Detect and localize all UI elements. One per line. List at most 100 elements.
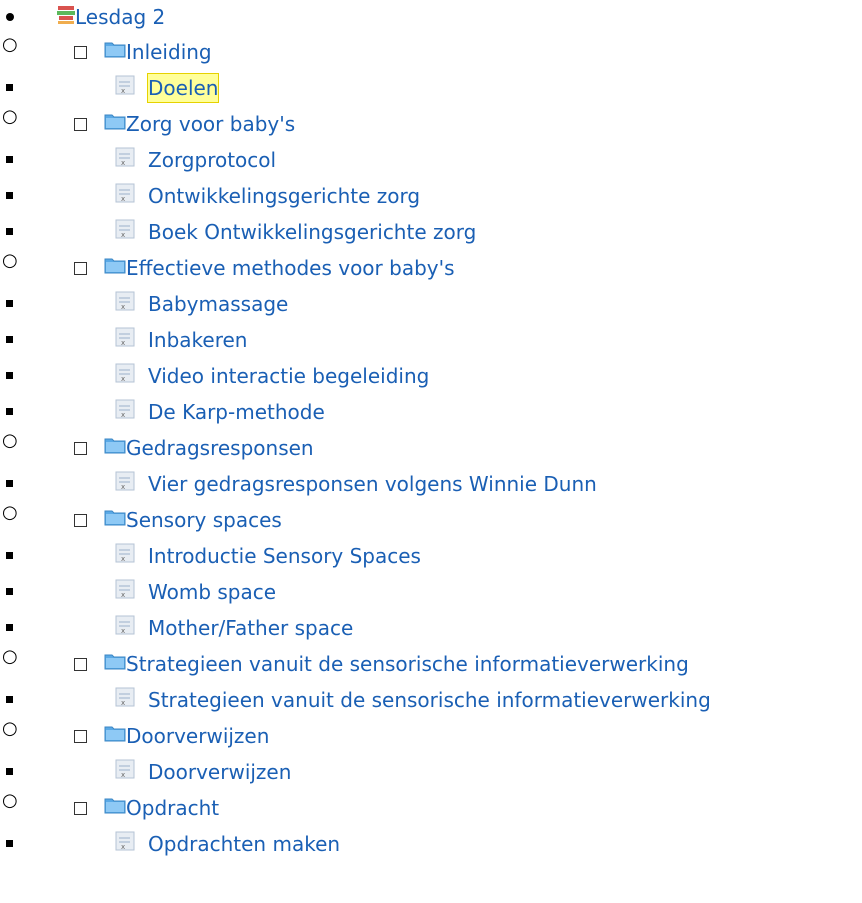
group-label[interactable]: Sensory spaces xyxy=(126,506,282,534)
tree-item[interactable]: x Video interactie begeleiding xyxy=(0,362,862,397)
svg-text:x: x xyxy=(121,591,125,599)
tree-root[interactable]: Lesdag 2 xyxy=(0,3,862,38)
tree-item[interactable]: x Zorgprotocol xyxy=(0,146,862,181)
expand-checkbox[interactable] xyxy=(74,118,87,131)
tree-group[interactable]: ○ Inleiding xyxy=(0,36,862,73)
expand-checkbox[interactable] xyxy=(74,442,87,455)
item-label[interactable]: Video interactie begeleiding xyxy=(148,362,429,390)
root-label[interactable]: Lesdag 2 xyxy=(75,3,165,31)
page-icon: x xyxy=(114,758,136,780)
page-icon: x xyxy=(114,362,136,384)
page-icon: x xyxy=(114,614,136,636)
tree-item[interactable]: x Strategieen vanuit de sensorische infor… xyxy=(0,686,862,721)
group-label[interactable]: Opdracht xyxy=(126,794,219,822)
svg-text:x: x xyxy=(121,483,125,491)
expand-checkbox[interactable] xyxy=(74,730,87,743)
group-label[interactable]: Inleiding xyxy=(126,38,212,66)
item-label[interactable]: Strategieen vanuit de sensorische inform… xyxy=(148,686,711,714)
expand-checkbox[interactable] xyxy=(74,46,87,59)
svg-text:x: x xyxy=(121,375,125,383)
folder-icon xyxy=(104,722,126,742)
svg-text:x: x xyxy=(121,339,125,347)
item-label[interactable]: Introductie Sensory Spaces xyxy=(148,542,421,570)
tree-item[interactable]: x Inbakeren xyxy=(0,326,862,361)
bullet-square xyxy=(6,696,13,703)
folder-icon xyxy=(104,110,126,130)
tree-item[interactable]: x De Karp-methode xyxy=(0,398,862,433)
item-label[interactable]: Opdrachten maken xyxy=(148,830,340,858)
tree-group[interactable]: ○ Opdracht xyxy=(0,790,862,829)
tree-item[interactable]: x Introductie Sensory Spaces xyxy=(0,542,862,577)
tree-item[interactable]: x Doelen xyxy=(0,73,862,109)
expand-checkbox[interactable] xyxy=(74,262,87,275)
page-icon: x xyxy=(114,470,136,492)
bullet-square xyxy=(6,840,13,847)
svg-text:x: x xyxy=(121,231,125,239)
tree-item[interactable]: x Boek Ontwikkelingsgerichte zorg xyxy=(0,218,862,253)
item-label[interactable]: Womb space xyxy=(148,578,276,606)
page-icon: x xyxy=(114,146,136,168)
tree-group[interactable]: ○ Doorverwijzen xyxy=(0,718,862,757)
item-label[interactable]: Babymassage xyxy=(148,290,288,318)
tree-group[interactable]: ○ Zorg voor baby's xyxy=(0,106,862,145)
folder-icon xyxy=(104,506,126,526)
page-icon: x xyxy=(114,74,136,96)
folder-icon xyxy=(104,434,126,454)
page-icon: x xyxy=(114,686,136,708)
bullet-square xyxy=(6,480,13,487)
item-label[interactable]: Boek Ontwikkelingsgerichte zorg xyxy=(148,218,476,246)
svg-text:x: x xyxy=(121,843,125,851)
tree-item[interactable]: x Doorverwijzen xyxy=(0,758,862,793)
tree-item[interactable]: x Babymassage xyxy=(0,290,862,325)
bullet-square xyxy=(6,624,13,631)
bullet-circle: ○ xyxy=(2,106,18,127)
books-icon xyxy=(55,3,77,25)
item-label[interactable]: Zorgprotocol xyxy=(148,146,276,174)
svg-text:x: x xyxy=(121,555,125,563)
item-label[interactable]: Inbakeren xyxy=(148,326,247,354)
page-icon: x xyxy=(114,326,136,348)
bullet-square xyxy=(6,372,13,379)
bullet-square xyxy=(6,192,13,199)
item-label[interactable]: Doelen xyxy=(146,73,220,103)
item-label[interactable]: Ontwikkelingsgerichte zorg xyxy=(148,182,420,210)
group-label[interactable]: Doorverwijzen xyxy=(126,722,269,750)
tree-group[interactable]: ○ Effectieve methodes voor baby's xyxy=(0,250,862,289)
folder-icon xyxy=(104,650,126,670)
group-label[interactable]: Effectieve methodes voor baby's xyxy=(126,254,455,282)
group-label[interactable]: Gedragsresponsen xyxy=(126,434,314,462)
tree-item[interactable]: x Opdrachten maken xyxy=(0,830,862,865)
expand-checkbox[interactable] xyxy=(74,514,87,527)
bullet-square xyxy=(6,300,13,307)
item-label[interactable]: Vier gedragsresponsen volgens Winnie Dun… xyxy=(148,470,597,498)
tree-item[interactable]: x Mother/Father space xyxy=(0,614,862,649)
svg-text:x: x xyxy=(121,87,125,95)
page-icon: x xyxy=(114,830,136,852)
bullet-square xyxy=(6,228,13,235)
tree-group[interactable]: ○ Gedragsresponsen xyxy=(0,430,862,469)
group-label[interactable]: Zorg voor baby's xyxy=(126,110,295,138)
page-icon: x xyxy=(114,290,136,312)
bullet-circle: ○ xyxy=(2,718,18,739)
tree-group[interactable]: ○ Sensory spaces xyxy=(0,502,862,541)
svg-text:x: x xyxy=(121,159,125,167)
page-icon: x xyxy=(114,218,136,240)
tree-item[interactable]: x Vier gedragsresponsen volgens Winnie Du… xyxy=(0,470,862,505)
bullet-circle: ○ xyxy=(2,250,18,271)
tree-item[interactable]: x Ontwikkelingsgerichte zorg xyxy=(0,182,862,217)
bullet-square xyxy=(6,336,13,343)
item-label[interactable]: De Karp-methode xyxy=(148,398,325,426)
bullet-circle: ○ xyxy=(2,502,18,523)
group-label[interactable]: Strategieen vanuit de sensorische inform… xyxy=(126,650,689,678)
item-label[interactable]: Doorverwijzen xyxy=(148,758,291,786)
tree-item[interactable]: x Womb space xyxy=(0,578,862,613)
item-label[interactable]: Mother/Father space xyxy=(148,614,353,642)
bullet-square xyxy=(6,768,13,775)
expand-checkbox[interactable] xyxy=(74,802,87,815)
svg-text:x: x xyxy=(121,195,125,203)
svg-text:x: x xyxy=(121,771,125,779)
tree-group[interactable]: ○ Strategieen vanuit de sensorische infor… xyxy=(0,648,862,685)
expand-checkbox[interactable] xyxy=(74,658,87,671)
bullet-circle: ○ xyxy=(2,790,18,811)
bullet-circle: ○ xyxy=(2,430,18,451)
